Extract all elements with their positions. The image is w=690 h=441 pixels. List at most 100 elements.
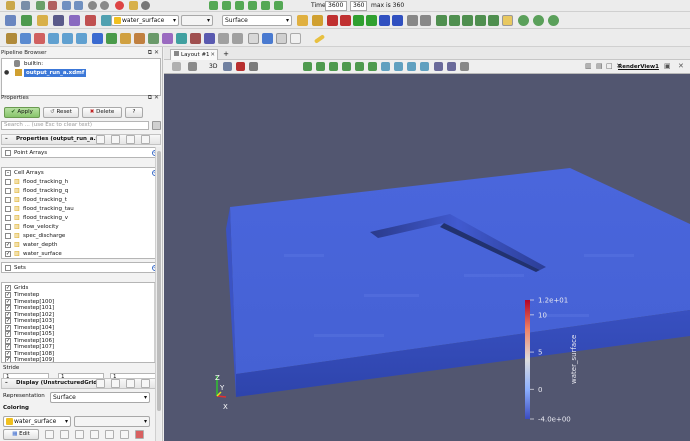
close-tab-icon[interactable]: ✕ bbox=[210, 50, 215, 60]
set-view-direction-pos-y-icon[interactable] bbox=[353, 15, 364, 26]
help-button[interactable]: ? bbox=[125, 107, 143, 118]
select-frustum-cells-icon[interactable] bbox=[329, 62, 338, 71]
cell-array-checkbox[interactable] bbox=[5, 179, 11, 185]
ruler-icon[interactable] bbox=[313, 34, 326, 44]
copy-props-icon[interactable] bbox=[96, 135, 105, 144]
first-frame-icon[interactable] bbox=[209, 1, 218, 10]
properties-dock-buttons[interactable]: ⧉ ✕ bbox=[148, 94, 159, 102]
variable-select[interactable]: water_surface ▾ bbox=[111, 15, 179, 26]
group-datasets-icon[interactable] bbox=[218, 33, 229, 44]
rescale-range-icon[interactable] bbox=[48, 33, 59, 44]
grid-checkbox[interactable]: ✓ bbox=[5, 350, 11, 357]
set-view-direction-pos-z-icon[interactable] bbox=[379, 15, 390, 26]
paste-props-icon[interactable] bbox=[111, 135, 120, 144]
clip-filter-icon[interactable] bbox=[120, 33, 131, 44]
next-frame-icon[interactable] bbox=[248, 1, 257, 10]
warp-by-vector-icon[interactable] bbox=[204, 33, 215, 44]
cell-array-row[interactable]: ▥ spec_discharge bbox=[2, 232, 152, 240]
toggle-axes-icon[interactable] bbox=[249, 62, 258, 71]
cell-arrays-checkbox[interactable]: – bbox=[5, 170, 11, 176]
grid-checkbox[interactable]: ✓ bbox=[5, 298, 11, 305]
clear-selection-icon[interactable] bbox=[460, 62, 469, 71]
extract-level-icon[interactable] bbox=[232, 33, 243, 44]
cell-array-row[interactable]: ▥ flood_tracking_tau bbox=[2, 205, 152, 213]
interactive-select-cells-icon[interactable] bbox=[407, 62, 416, 71]
cell-array-checkbox[interactable]: ✓ bbox=[5, 251, 11, 257]
display-representation-select[interactable]: Surface ▾ bbox=[50, 392, 150, 403]
show-color-legend-icon[interactable] bbox=[20, 33, 31, 44]
rescale-custom-icon[interactable] bbox=[62, 33, 73, 44]
time-value-field[interactable]: 3600 bbox=[325, 1, 347, 11]
select-cells-on-icon[interactable] bbox=[436, 15, 447, 26]
toggle-3d-button[interactable]: 3D bbox=[209, 63, 217, 70]
connect-icon[interactable] bbox=[36, 1, 45, 10]
view-camera-icon[interactable] bbox=[223, 62, 232, 71]
more-filters-icon[interactable] bbox=[290, 33, 301, 44]
cell-array-checkbox[interactable] bbox=[5, 206, 11, 212]
sets-checkbox[interactable] bbox=[5, 265, 11, 271]
grid-checkbox[interactable]: ✓ bbox=[5, 305, 11, 311]
grid-checkbox[interactable]: ✓ bbox=[5, 324, 11, 331]
split-horizontal-icon[interactable]: ▥ bbox=[585, 62, 592, 70]
hover-cells-icon[interactable] bbox=[394, 62, 403, 71]
cell-array-checkbox[interactable] bbox=[5, 188, 11, 194]
rescale-data-range-icon[interactable] bbox=[45, 430, 54, 439]
rescale-custom-range-icon[interactable] bbox=[60, 430, 69, 439]
sets-header[interactable]: Sets + bbox=[2, 264, 160, 272]
cell-array-row[interactable]: ✓ ▥ water_surface bbox=[2, 250, 152, 258]
redo-icon[interactable] bbox=[74, 1, 83, 10]
calc-filter-icon[interactable] bbox=[92, 33, 103, 44]
select-frustum-points-icon[interactable] bbox=[342, 62, 351, 71]
edit-colormap-icon[interactable] bbox=[34, 33, 45, 44]
copy-display-icon[interactable] bbox=[96, 379, 105, 388]
save-display-icon[interactable] bbox=[141, 379, 150, 388]
interactive-select-icon[interactable] bbox=[488, 15, 499, 26]
tab-layout-1[interactable]: Layout #1 ✕ bbox=[170, 49, 218, 60]
contour-filter-icon[interactable] bbox=[106, 33, 117, 44]
settings-icon[interactable] bbox=[141, 1, 150, 10]
threshold-filter-icon[interactable] bbox=[148, 33, 159, 44]
cell-array-row[interactable]: ▥ flood_tracking_t bbox=[2, 196, 152, 204]
cell-array-row[interactable]: ▥ flood_tracking_v bbox=[2, 214, 152, 222]
camera-redo-icon[interactable] bbox=[100, 1, 109, 10]
grid-checkbox[interactable]: ✓ bbox=[5, 311, 11, 318]
select-points-on-icon[interactable] bbox=[449, 15, 460, 26]
cell-array-row[interactable]: ✓ ▥ water_depth bbox=[2, 241, 152, 249]
select-block-icon[interactable] bbox=[368, 62, 377, 71]
apply-button[interactable]: ✔ Apply bbox=[4, 107, 40, 118]
grid-checkbox[interactable]: ✓ bbox=[5, 357, 11, 362]
grid-checkbox[interactable]: ✓ bbox=[5, 337, 11, 344]
play-icon[interactable] bbox=[235, 1, 244, 10]
timestep-spinbox[interactable]: 360 bbox=[350, 1, 367, 11]
camera-undo-icon[interactable] bbox=[88, 1, 97, 10]
glyph-filter-icon[interactable] bbox=[176, 33, 187, 44]
choose-preset-icon[interactable] bbox=[120, 430, 129, 439]
point-arrays-header[interactable]: Point Arrays + bbox=[2, 149, 160, 157]
rescale-temporal-icon[interactable] bbox=[75, 430, 84, 439]
cell-array-checkbox[interactable]: ✓ bbox=[5, 242, 11, 248]
grids-header[interactable]: ✓ Grids bbox=[2, 284, 152, 292]
cell-array-checkbox[interactable] bbox=[5, 197, 11, 203]
cell-array-row[interactable]: ▥ flow_velocity bbox=[2, 223, 152, 231]
grids-checkbox[interactable]: ✓ bbox=[5, 285, 11, 291]
select-surface-points-icon[interactable] bbox=[316, 62, 325, 71]
center-axes-icon[interactable] bbox=[502, 15, 513, 26]
delete-colormap-icon[interactable] bbox=[135, 430, 144, 439]
view-close-icon[interactable]: ✕ bbox=[678, 62, 684, 70]
restore-view-icon[interactable]: ▣ bbox=[664, 62, 671, 70]
properties-search-input[interactable]: Search ... (use Esc to clear text) bbox=[1, 121, 149, 130]
slice-filter-icon[interactable] bbox=[134, 33, 145, 44]
grid-icon[interactable] bbox=[129, 1, 138, 10]
component-select[interactable]: ▾ bbox=[181, 15, 213, 26]
pipeline-item-output-run-a[interactable]: ● output_run_a.xdmf bbox=[2, 69, 160, 77]
stream-tracer-icon[interactable] bbox=[190, 33, 201, 44]
set-view-direction-neg-x-icon[interactable] bbox=[340, 15, 351, 26]
delete-button[interactable]: ✖ Delete bbox=[82, 107, 122, 118]
cell-array-row[interactable]: ▥ flood_tracking_h bbox=[2, 178, 152, 186]
save-data-icon[interactable] bbox=[21, 1, 30, 10]
rotate-90-cw-icon[interactable] bbox=[407, 15, 418, 26]
split-vertical-icon[interactable]: ▤ bbox=[596, 62, 603, 70]
grid-checkbox[interactable]: ✓ bbox=[5, 292, 11, 298]
cell-array-row[interactable]: ▥ flood_tracking_q bbox=[2, 187, 152, 195]
add-tab-button[interactable]: + bbox=[221, 49, 231, 59]
